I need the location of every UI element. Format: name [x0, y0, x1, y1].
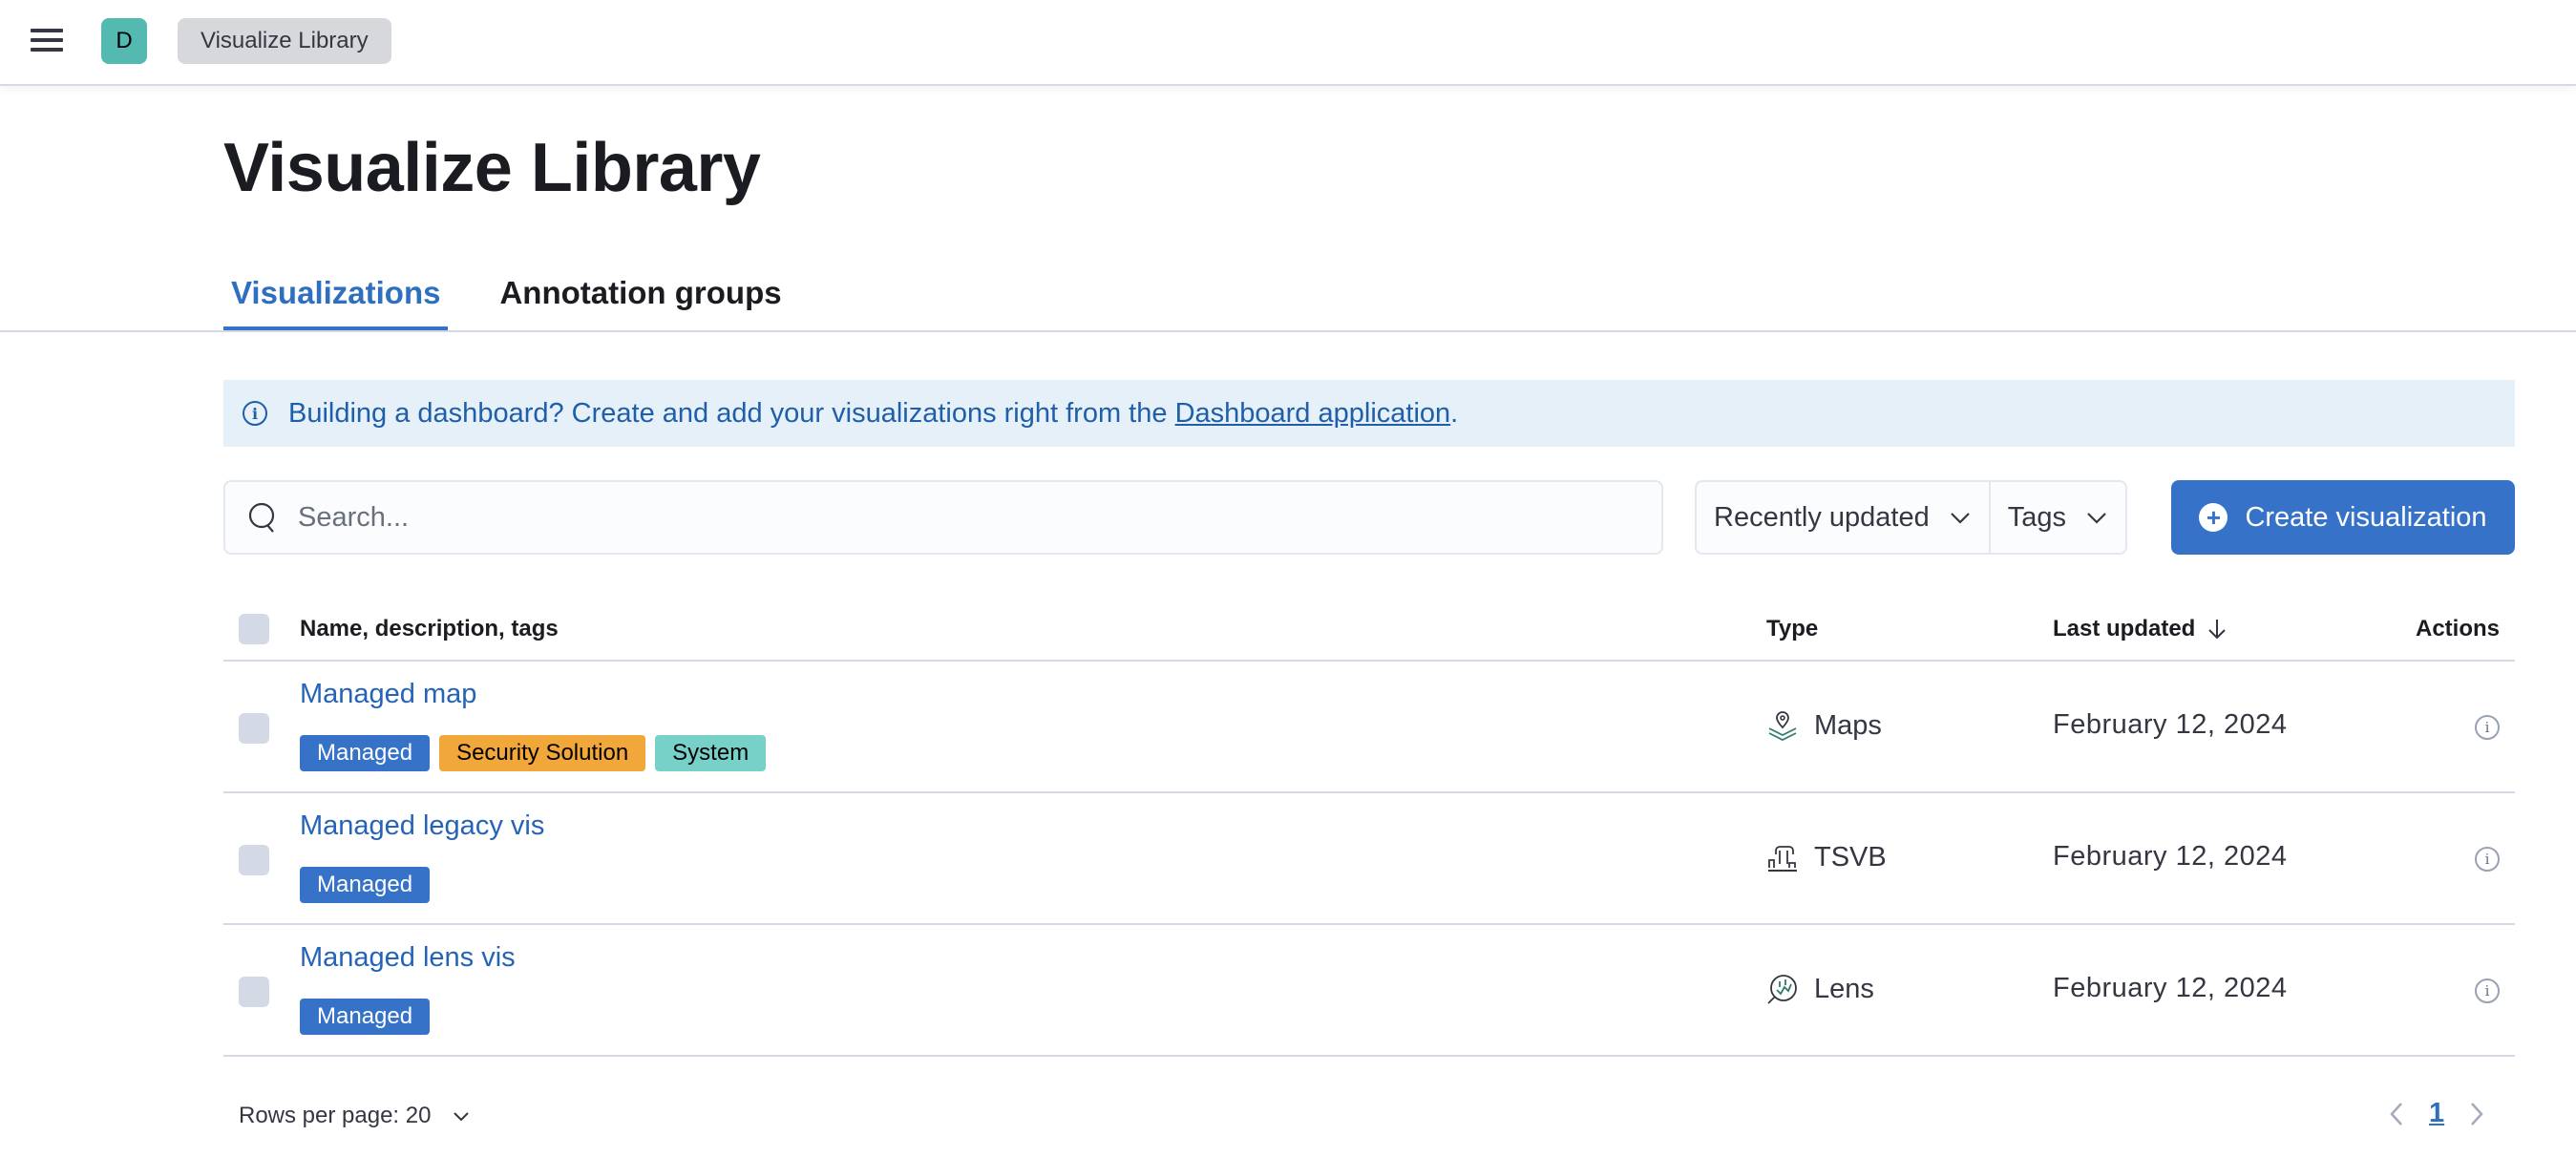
row-type-label: Lens — [1814, 973, 1874, 1004]
dashboard-application-link[interactable]: Dashboard application — [1175, 398, 1451, 430]
row-title-link[interactable]: Managed legacy vis — [300, 810, 544, 842]
page-title: Visualize Library — [223, 130, 761, 206]
menu-icon[interactable] — [31, 29, 63, 53]
table-row: Managed lens vis Managed Lens February 1… — [223, 925, 2515, 1057]
lens-icon — [1767, 975, 1797, 1004]
row-checkbox[interactable] — [239, 977, 269, 1007]
row-type: Lens — [1766, 973, 1874, 1005]
tag-badge[interactable]: Security Solution — [439, 735, 646, 771]
maps-icon — [1768, 711, 1797, 742]
tag-badge[interactable]: Managed — [300, 999, 431, 1035]
search-input[interactable] — [298, 501, 1539, 534]
chevron-right-icon[interactable] — [2467, 1100, 2486, 1128]
row-tags: Managed — [300, 867, 439, 903]
row-last-updated: February 12, 2024 — [2053, 709, 2288, 740]
chevron-down-icon — [2087, 513, 2106, 524]
tags-label: Tags — [2007, 501, 2066, 533]
row-type: Maps — [1766, 709, 1882, 742]
chevron-down-icon — [1950, 513, 1970, 524]
row-checkbox[interactable] — [239, 845, 269, 875]
row-type-label: Maps — [1814, 709, 1882, 741]
info-icon[interactable]: i — [2475, 715, 2500, 740]
info-icon[interactable]: i — [2475, 978, 2500, 1003]
sort-label: Recently updated — [1714, 501, 1930, 533]
create-visualization-button[interactable]: + Create visualization — [2171, 480, 2515, 555]
sort-descending-icon — [2208, 620, 2227, 640]
row-type: TSVB — [1766, 841, 1887, 873]
tab-bar: Visualizations Annotation groups — [223, 267, 834, 330]
info-icon[interactable]: i — [2475, 847, 2500, 872]
table-row: Managed map Managed Security Solution Sy… — [223, 662, 2515, 793]
sort-dropdown[interactable]: Recently updated — [1697, 482, 1989, 553]
breadcrumb[interactable]: Visualize Library — [178, 18, 391, 64]
column-last-updated-label: Last updated — [2053, 616, 2196, 642]
column-type: Type — [1766, 616, 1819, 642]
callout-text: Building a dashboard? Create and add you… — [288, 397, 1175, 429]
table-row: Managed legacy vis Managed TSVB February… — [223, 793, 2515, 925]
column-actions: Actions — [2416, 616, 2501, 642]
row-tags: Managed — [300, 999, 439, 1035]
row-checkbox[interactable] — [239, 713, 269, 744]
search-icon — [244, 498, 283, 536]
row-tags: Managed Security Solution System — [300, 735, 775, 771]
plus-circle-icon: + — [2199, 503, 2228, 532]
rows-per-page-label: Rows per page: 20 — [239, 1103, 432, 1128]
tag-badge[interactable]: System — [655, 735, 767, 771]
filter-group: Recently updated Tags — [1695, 480, 2127, 555]
visualizations-table: Name, description, tags Type Last update… — [223, 597, 2515, 1057]
tabs-divider — [0, 330, 2576, 332]
space-avatar[interactable]: D — [101, 18, 147, 64]
tab-visualizations[interactable]: Visualizations — [223, 267, 449, 330]
row-last-updated: February 12, 2024 — [2053, 973, 2288, 1003]
column-name: Name, description, tags — [300, 616, 559, 642]
callout-suffix: . — [1450, 397, 1459, 429]
chevron-left-icon[interactable] — [2387, 1100, 2406, 1128]
row-title-link[interactable]: Managed lens vis — [300, 942, 516, 974]
info-icon: i — [243, 401, 267, 426]
chevron-down-icon — [454, 1112, 470, 1122]
search-field[interactable] — [223, 480, 1663, 555]
select-all-checkbox[interactable] — [239, 614, 269, 644]
tab-annotation-groups[interactable]: Annotation groups — [492, 267, 789, 330]
rows-per-page-selector[interactable]: Rows per page: 20 — [239, 1103, 471, 1129]
row-last-updated: February 12, 2024 — [2053, 841, 2288, 872]
top-header: D Visualize Library — [0, 0, 2576, 86]
tag-badge[interactable]: Managed — [300, 735, 431, 771]
info-callout: i Building a dashboard? Create and add y… — [223, 380, 2515, 447]
create-visualization-label: Create visualization — [2245, 501, 2487, 533]
column-last-updated[interactable]: Last updated — [2053, 616, 2228, 642]
row-type-label: TSVB — [1814, 841, 1887, 873]
pagination: 1 — [2387, 1098, 2486, 1129]
tsvb-icon — [1768, 846, 1797, 872]
tag-badge[interactable]: Managed — [300, 867, 431, 903]
page-number[interactable]: 1 — [2429, 1098, 2444, 1129]
tags-filter[interactable]: Tags — [1988, 482, 2125, 553]
row-title-link[interactable]: Managed map — [300, 679, 476, 710]
table-header: Name, description, tags Type Last update… — [223, 597, 2515, 662]
